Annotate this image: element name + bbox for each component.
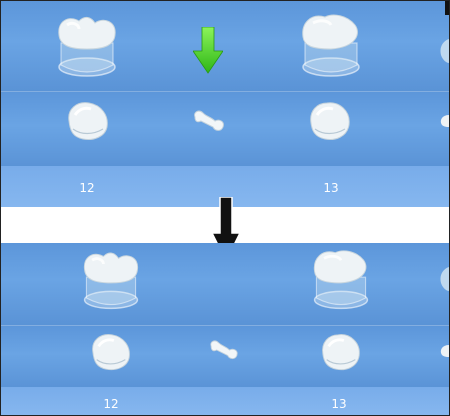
crown-abutment-13[interactable] <box>307 247 375 315</box>
tooth-label-13: 13 <box>323 181 339 195</box>
crown-abutment-12[interactable] <box>53 11 121 83</box>
green-down-arrow-icon <box>193 27 223 74</box>
comparison-figure: 12 13 12 13 <box>0 0 450 416</box>
tooth-label-12: 12 <box>103 397 119 411</box>
crown-part-12[interactable] <box>87 331 135 373</box>
crown-partial-right[interactable] <box>437 37 449 67</box>
crown-part-12[interactable] <box>63 99 113 143</box>
connector-part[interactable] <box>191 109 227 133</box>
tooth-label-13: 13 <box>331 397 347 411</box>
connector-partial-right[interactable] <box>439 113 449 129</box>
after-panel: 12 13 <box>1 243 449 415</box>
crown-part-13[interactable] <box>305 99 355 143</box>
crown-row <box>1 243 449 325</box>
crown-part-13[interactable] <box>317 331 365 373</box>
tooth-label-12: 12 <box>79 181 95 195</box>
crown-partial-right[interactable] <box>437 265 449 295</box>
connector-part[interactable] <box>207 339 241 361</box>
edge-marker <box>445 1 449 15</box>
crown-abutment-12[interactable] <box>77 247 145 315</box>
connector-partial-right[interactable] <box>439 343 449 359</box>
before-panel: 12 13 <box>1 1 449 207</box>
label-row <box>1 387 449 415</box>
crown-abutment-13[interactable] <box>297 11 365 83</box>
